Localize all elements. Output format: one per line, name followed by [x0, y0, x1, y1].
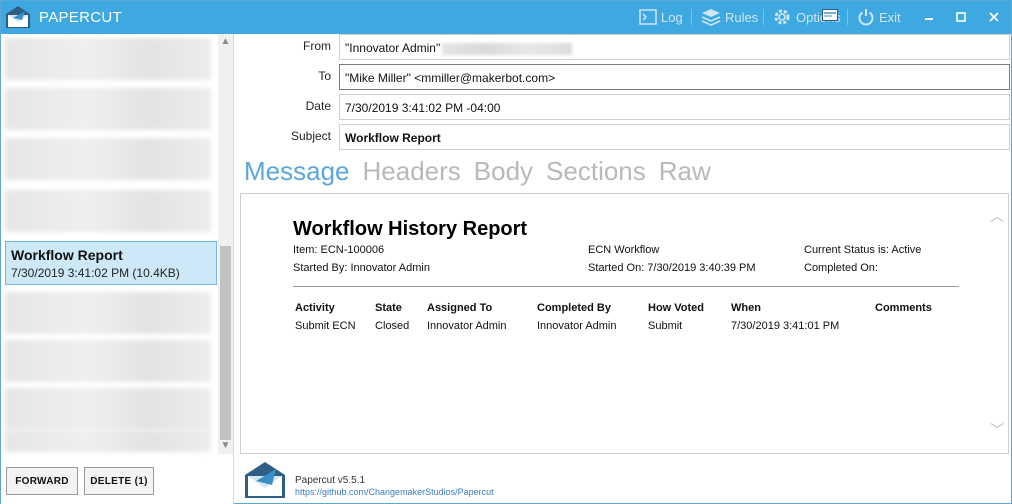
table-cell: 7/30/2019 3:41:01 PM — [731, 320, 840, 332]
table-cell: Innovator Admin — [537, 320, 617, 332]
list-item[interactable] — [5, 388, 211, 430]
message-list-scrollbar[interactable]: ▲ ▼ — [218, 34, 233, 454]
options-button[interactable]: Options — [772, 5, 841, 29]
column-header: How Voted — [648, 302, 705, 314]
list-item[interactable] — [5, 340, 211, 382]
message-meta: 7/30/2019 3:41:02 PM (10.4KB) — [11, 266, 180, 280]
column-header: Completed By — [537, 302, 611, 314]
date-field[interactable]: 7/30/2019 3:41:02 PM -04:00 — [339, 94, 1010, 120]
chevron-down-icon[interactable]: ﹀ — [990, 420, 1004, 440]
power-icon — [858, 9, 874, 26]
column-header: Activity — [295, 302, 335, 314]
from-row: From "Innovator Admin" — [235, 34, 1011, 62]
maximize-button[interactable] — [950, 6, 972, 28]
chevron-up-icon[interactable]: ︿ — [990, 206, 1004, 226]
minimize-button[interactable] — [918, 6, 940, 28]
redacted-address — [442, 42, 573, 55]
footer-version: Papercut v5.5.1 — [295, 475, 366, 486]
scroll-thumb[interactable] — [220, 246, 231, 440]
column-header: When — [731, 302, 761, 314]
log-button[interactable]: Log — [639, 5, 683, 29]
close-button[interactable] — [983, 6, 1005, 28]
tab-body[interactable]: Body — [474, 156, 533, 190]
report-completed-on: Completed On: — [804, 262, 878, 274]
screen-thumbnail-icon — [822, 9, 838, 21]
to-field[interactable]: "Mike Miller" <mmiller@makerbot.com> — [339, 64, 1010, 90]
report-item: Item: ECN-100006 — [293, 244, 385, 256]
maximize-icon — [956, 12, 966, 22]
date-label: Date — [305, 99, 331, 113]
footer-link[interactable]: https://github.com/ChangemakerStudios/Pa… — [295, 487, 494, 497]
layers-icon — [701, 9, 721, 26]
view-tabs: Message Headers Body Sections Raw — [244, 156, 724, 190]
list-item[interactable] — [5, 38, 211, 80]
scroll-up-icon[interactable]: ▲ — [220, 37, 231, 47]
delete-button[interactable]: DELETE (1) — [84, 467, 154, 495]
tab-message[interactable]: Message — [244, 156, 350, 190]
selected-message-item[interactable]: Workflow Report 7/30/2019 3:41:02 PM (10… — [5, 241, 217, 285]
papercut-logo-icon — [245, 462, 285, 498]
report-started-by: Started By: Innovator Admin — [293, 262, 430, 274]
subject-row: Subject Workflow Report — [235, 124, 1011, 152]
rules-label: Rules — [725, 9, 759, 25]
title-bar: PAPERCUT Log Rules Options Exit — [1, 1, 1011, 34]
tab-raw[interactable]: Raw — [659, 156, 711, 190]
toolbar-separator — [847, 9, 848, 25]
tab-sections[interactable]: Sections — [546, 156, 646, 190]
app-title: PAPERCUT — [39, 9, 122, 26]
table-cell: Submit — [648, 320, 683, 332]
log-icon — [639, 9, 657, 25]
scroll-down-icon[interactable]: ▼ — [220, 441, 231, 451]
exit-label: Exit — [879, 9, 901, 25]
toolbar-separator — [691, 9, 692, 25]
from-label: From — [303, 39, 331, 53]
report-workflow: ECN Workflow — [588, 244, 660, 256]
rules-button[interactable]: Rules — [701, 5, 758, 29]
log-label: Log — [661, 9, 683, 25]
message-viewer[interactable]: Workflow History Report Item: ECN-100006… — [240, 193, 1009, 454]
to-label: To — [318, 69, 331, 83]
tab-headers[interactable]: Headers — [363, 156, 461, 190]
exit-button[interactable]: Exit — [857, 5, 901, 29]
gear-icon — [774, 9, 790, 25]
date-row: Date 7/30/2019 3:41:02 PM -04:00 — [235, 94, 1011, 122]
list-item[interactable] — [5, 138, 211, 180]
message-list: Workflow Report 7/30/2019 3:41:02 PM (10… — [1, 34, 234, 504]
list-item[interactable] — [5, 292, 211, 334]
list-item[interactable] — [5, 88, 211, 130]
table-cell: Innovator Admin — [427, 320, 507, 332]
report-title: Workflow History Report — [293, 218, 528, 240]
report-started-on: Started On: 7/30/2019 3:40:39 PM — [588, 262, 756, 274]
subject-field[interactable]: Workflow Report — [339, 124, 1010, 150]
to-row: To "Mike Miller" <mmiller@makerbot.com> — [235, 64, 1011, 92]
report-status: Current Status is: Active — [804, 244, 922, 256]
from-field[interactable]: "Innovator Admin" — [339, 34, 1010, 60]
minimize-icon — [925, 18, 933, 20]
papercut-window: PAPERCUT Log Rules Options Exit Workflow… — [0, 0, 1012, 504]
report-divider — [293, 286, 959, 287]
column-header: State — [375, 302, 402, 314]
list-item[interactable] — [5, 190, 211, 232]
forward-button[interactable]: FORWARD — [6, 467, 78, 495]
table-cell: Closed — [375, 320, 410, 332]
message-subject: Workflow Report — [11, 247, 123, 263]
table-cell: Submit ECN — [295, 320, 356, 332]
list-item[interactable] — [5, 430, 211, 452]
papercut-logo-icon — [6, 6, 30, 28]
subject-label: Subject — [290, 129, 331, 143]
toolbar-separator — [763, 9, 764, 25]
close-icon — [989, 12, 999, 22]
column-header: Comments — [875, 302, 932, 314]
from-value: "Innovator Admin" — [345, 41, 441, 55]
column-header: Assigned To — [427, 302, 493, 314]
